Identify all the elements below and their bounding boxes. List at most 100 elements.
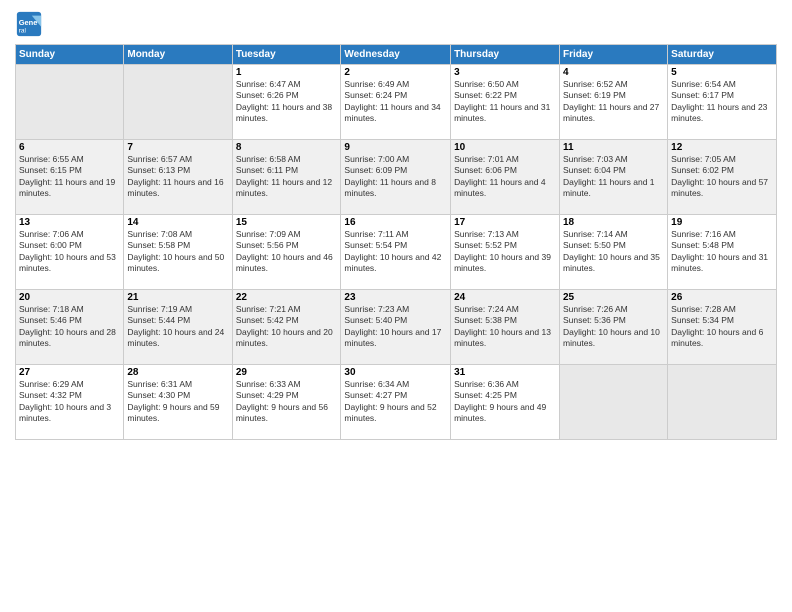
day-number: 31 [454, 367, 556, 378]
day-info: Sunrise: 6:58 AM Sunset: 6:11 PM Dayligh… [236, 154, 338, 200]
day-number: 27 [19, 367, 120, 378]
logo-icon: Gene ral [15, 10, 43, 38]
day-info: Sunrise: 7:00 AM Sunset: 6:09 PM Dayligh… [344, 154, 447, 200]
day-info: Sunrise: 7:08 AM Sunset: 5:58 PM Dayligh… [127, 229, 228, 275]
day-info: Sunrise: 7:03 AM Sunset: 6:04 PM Dayligh… [563, 154, 664, 200]
day-cell: 3Sunrise: 6:50 AM Sunset: 6:22 PM Daylig… [451, 65, 560, 140]
day-info: Sunrise: 6:29 AM Sunset: 4:32 PM Dayligh… [19, 379, 120, 425]
day-info: Sunrise: 7:21 AM Sunset: 5:42 PM Dayligh… [236, 304, 338, 350]
day-number: 20 [19, 292, 120, 303]
day-cell: 7Sunrise: 6:57 AM Sunset: 6:13 PM Daylig… [124, 140, 232, 215]
col-header-friday: Friday [560, 45, 668, 65]
day-info: Sunrise: 6:50 AM Sunset: 6:22 PM Dayligh… [454, 79, 556, 125]
day-number: 29 [236, 367, 338, 378]
day-cell: 13Sunrise: 7:06 AM Sunset: 6:00 PM Dayli… [16, 215, 124, 290]
day-number: 21 [127, 292, 228, 303]
day-cell: 18Sunrise: 7:14 AM Sunset: 5:50 PM Dayli… [560, 215, 668, 290]
day-number: 26 [671, 292, 773, 303]
day-cell: 31Sunrise: 6:36 AM Sunset: 4:25 PM Dayli… [451, 365, 560, 440]
day-number: 3 [454, 67, 556, 78]
day-number: 23 [344, 292, 447, 303]
day-number: 15 [236, 217, 338, 228]
day-number: 10 [454, 142, 556, 153]
day-info: Sunrise: 7:16 AM Sunset: 5:48 PM Dayligh… [671, 229, 773, 275]
day-cell: 19Sunrise: 7:16 AM Sunset: 5:48 PM Dayli… [668, 215, 777, 290]
day-number: 25 [563, 292, 664, 303]
week-row-5: 27Sunrise: 6:29 AM Sunset: 4:32 PM Dayli… [16, 365, 777, 440]
day-info: Sunrise: 6:52 AM Sunset: 6:19 PM Dayligh… [563, 79, 664, 125]
day-cell: 6Sunrise: 6:55 AM Sunset: 6:15 PM Daylig… [16, 140, 124, 215]
day-info: Sunrise: 6:36 AM Sunset: 4:25 PM Dayligh… [454, 379, 556, 425]
day-number: 8 [236, 142, 338, 153]
day-number: 9 [344, 142, 447, 153]
day-info: Sunrise: 7:24 AM Sunset: 5:38 PM Dayligh… [454, 304, 556, 350]
day-info: Sunrise: 7:18 AM Sunset: 5:46 PM Dayligh… [19, 304, 120, 350]
day-cell: 9Sunrise: 7:00 AM Sunset: 6:09 PM Daylig… [341, 140, 451, 215]
day-cell: 23Sunrise: 7:23 AM Sunset: 5:40 PM Dayli… [341, 290, 451, 365]
day-cell: 2Sunrise: 6:49 AM Sunset: 6:24 PM Daylig… [341, 65, 451, 140]
day-info: Sunrise: 7:19 AM Sunset: 5:44 PM Dayligh… [127, 304, 228, 350]
day-cell: 30Sunrise: 6:34 AM Sunset: 4:27 PM Dayli… [341, 365, 451, 440]
day-cell: 21Sunrise: 7:19 AM Sunset: 5:44 PM Dayli… [124, 290, 232, 365]
header-row: SundayMondayTuesdayWednesdayThursdayFrid… [16, 45, 777, 65]
day-info: Sunrise: 6:34 AM Sunset: 4:27 PM Dayligh… [344, 379, 447, 425]
svg-text:ral: ral [19, 27, 27, 34]
day-info: Sunrise: 6:57 AM Sunset: 6:13 PM Dayligh… [127, 154, 228, 200]
day-cell: 16Sunrise: 7:11 AM Sunset: 5:54 PM Dayli… [341, 215, 451, 290]
day-cell: 22Sunrise: 7:21 AM Sunset: 5:42 PM Dayli… [232, 290, 341, 365]
day-info: Sunrise: 6:49 AM Sunset: 6:24 PM Dayligh… [344, 79, 447, 125]
day-info: Sunrise: 7:26 AM Sunset: 5:36 PM Dayligh… [563, 304, 664, 350]
day-number: 12 [671, 142, 773, 153]
day-cell: 24Sunrise: 7:24 AM Sunset: 5:38 PM Dayli… [451, 290, 560, 365]
page: Gene ral SundayMondayTuesdayWednesdayThu… [0, 0, 792, 612]
day-info: Sunrise: 7:05 AM Sunset: 6:02 PM Dayligh… [671, 154, 773, 200]
day-info: Sunrise: 6:33 AM Sunset: 4:29 PM Dayligh… [236, 379, 338, 425]
day-cell [668, 365, 777, 440]
day-cell: 4Sunrise: 6:52 AM Sunset: 6:19 PM Daylig… [560, 65, 668, 140]
day-info: Sunrise: 7:01 AM Sunset: 6:06 PM Dayligh… [454, 154, 556, 200]
svg-text:Gene: Gene [19, 18, 38, 27]
day-number: 17 [454, 217, 556, 228]
day-cell: 1Sunrise: 6:47 AM Sunset: 6:26 PM Daylig… [232, 65, 341, 140]
day-cell: 25Sunrise: 7:26 AM Sunset: 5:36 PM Dayli… [560, 290, 668, 365]
day-number: 28 [127, 367, 228, 378]
day-info: Sunrise: 6:47 AM Sunset: 6:26 PM Dayligh… [236, 79, 338, 125]
week-row-4: 20Sunrise: 7:18 AM Sunset: 5:46 PM Dayli… [16, 290, 777, 365]
col-header-wednesday: Wednesday [341, 45, 451, 65]
day-info: Sunrise: 6:54 AM Sunset: 6:17 PM Dayligh… [671, 79, 773, 125]
day-info: Sunrise: 7:23 AM Sunset: 5:40 PM Dayligh… [344, 304, 447, 350]
day-number: 30 [344, 367, 447, 378]
day-number: 11 [563, 142, 664, 153]
col-header-saturday: Saturday [668, 45, 777, 65]
day-info: Sunrise: 7:09 AM Sunset: 5:56 PM Dayligh… [236, 229, 338, 275]
col-header-sunday: Sunday [16, 45, 124, 65]
day-cell [16, 65, 124, 140]
week-row-1: 1Sunrise: 6:47 AM Sunset: 6:26 PM Daylig… [16, 65, 777, 140]
day-cell: 14Sunrise: 7:08 AM Sunset: 5:58 PM Dayli… [124, 215, 232, 290]
day-cell: 27Sunrise: 6:29 AM Sunset: 4:32 PM Dayli… [16, 365, 124, 440]
day-cell: 26Sunrise: 7:28 AM Sunset: 5:34 PM Dayli… [668, 290, 777, 365]
calendar-table: SundayMondayTuesdayWednesdayThursdayFrid… [15, 44, 777, 440]
day-cell [560, 365, 668, 440]
day-cell: 11Sunrise: 7:03 AM Sunset: 6:04 PM Dayli… [560, 140, 668, 215]
logo: Gene ral [15, 10, 47, 38]
day-info: Sunrise: 6:55 AM Sunset: 6:15 PM Dayligh… [19, 154, 120, 200]
day-info: Sunrise: 7:11 AM Sunset: 5:54 PM Dayligh… [344, 229, 447, 275]
col-header-thursday: Thursday [451, 45, 560, 65]
day-info: Sunrise: 7:06 AM Sunset: 6:00 PM Dayligh… [19, 229, 120, 275]
day-number: 22 [236, 292, 338, 303]
day-number: 4 [563, 67, 664, 78]
day-info: Sunrise: 7:13 AM Sunset: 5:52 PM Dayligh… [454, 229, 556, 275]
day-number: 2 [344, 67, 447, 78]
day-cell: 28Sunrise: 6:31 AM Sunset: 4:30 PM Dayli… [124, 365, 232, 440]
day-number: 7 [127, 142, 228, 153]
day-number: 16 [344, 217, 447, 228]
day-number: 5 [671, 67, 773, 78]
col-header-monday: Monday [124, 45, 232, 65]
day-cell: 5Sunrise: 6:54 AM Sunset: 6:17 PM Daylig… [668, 65, 777, 140]
week-row-3: 13Sunrise: 7:06 AM Sunset: 6:00 PM Dayli… [16, 215, 777, 290]
day-cell: 10Sunrise: 7:01 AM Sunset: 6:06 PM Dayli… [451, 140, 560, 215]
week-row-2: 6Sunrise: 6:55 AM Sunset: 6:15 PM Daylig… [16, 140, 777, 215]
day-info: Sunrise: 6:31 AM Sunset: 4:30 PM Dayligh… [127, 379, 228, 425]
day-number: 1 [236, 67, 338, 78]
